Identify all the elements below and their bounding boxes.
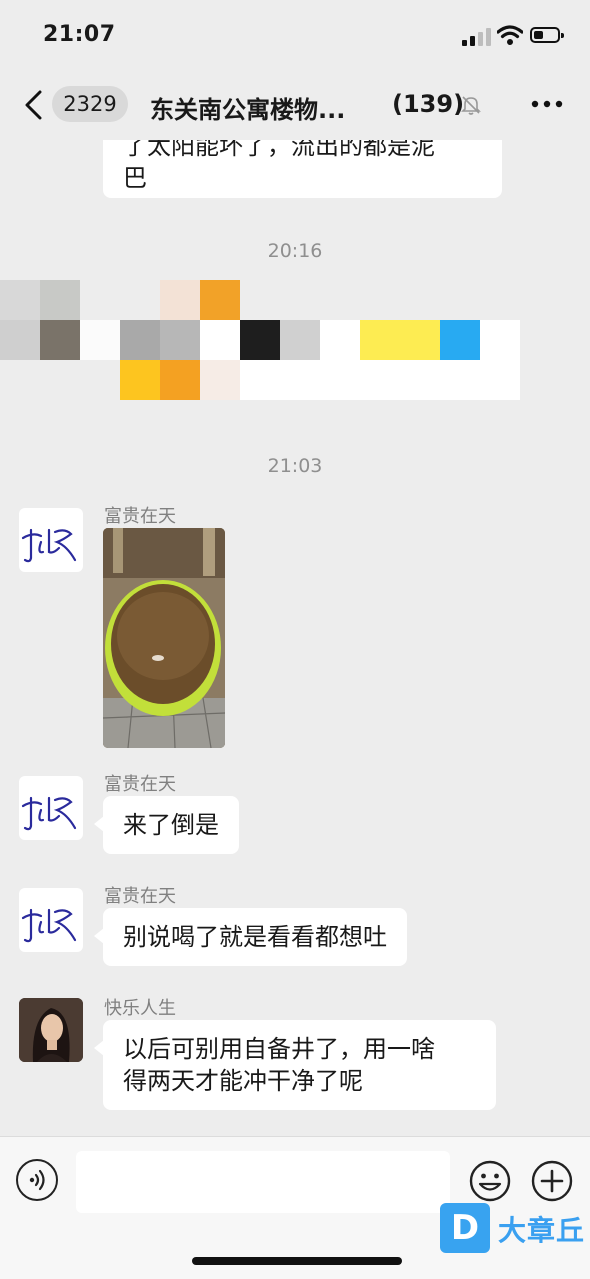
image-message[interactable] [103,528,225,748]
unread-count-badge[interactable]: 2329 [52,86,128,122]
sender-name: 富贵在天 [104,506,176,527]
signature-avatar-image [21,528,77,563]
message-list[interactable]: 了太阳能坏了，流出的都是泥 巴 20:16 21:03 富贵在天 富贵在天 来了… [0,140,590,1136]
status-bar: 21:07 [0,0,590,70]
message-text: 来了倒是 [123,811,219,839]
more-icon[interactable] [530,92,564,116]
signature-avatar-image [21,908,77,943]
sender-name: 富贵在天 [104,774,176,795]
mute-icon [461,96,481,115]
status-time: 21:07 [43,22,116,47]
watermark-logo: D [440,1203,490,1253]
timestamp: 20:16 [267,240,323,262]
input-bar: D 大章丘 [0,1136,590,1279]
signature-avatar-image [21,796,77,831]
avatar[interactable] [19,776,83,840]
plus-icon[interactable] [530,1159,574,1203]
pixelated-message [0,280,520,402]
avatar[interactable] [19,998,83,1062]
group-title[interactable]: 东关南公寓楼物... [150,90,380,125]
message-text: 别说喝了就是看看都想吐 [123,923,387,951]
message-input[interactable] [76,1151,450,1213]
message-bubble[interactable]: 来了倒是 [94,796,239,854]
watermark: D 大章丘 [440,1203,590,1255]
wifi-icon [497,25,523,45]
message-text: 巴 [123,164,147,192]
timestamp: 21:03 [267,455,323,477]
chat-header: 2329 东关南公寓楼物... (139) [0,70,590,140]
avatar[interactable] [19,508,83,572]
message-text: 得两天才能冲干净了呢 [123,1067,363,1095]
sender-name: 快乐人生 [104,998,176,1019]
member-count: (139) [392,90,465,118]
back-icon[interactable] [22,90,46,120]
home-indicator[interactable] [192,1257,402,1265]
portrait-avatar-image [19,998,83,1062]
message-text: 了太阳能坏了，流出的都是泥 [123,140,435,160]
message-text: 以后可别用自备井了，用一啥 [123,1035,435,1063]
battery-icon [530,27,564,43]
watermark-text: 大章丘 [498,1214,586,1247]
message-bubble[interactable]: 以后可别用自备井了，用一啥 得两天才能冲干净了呢 [94,1020,496,1110]
signal-icon [462,28,492,46]
voice-icon[interactable] [16,1159,58,1201]
message-bubble[interactable]: 别说喝了就是看看都想吐 [94,908,407,966]
emoji-icon[interactable] [468,1159,512,1203]
sender-name: 富贵在天 [104,886,176,907]
message-bubble-partial[interactable]: 了太阳能坏了，流出的都是泥 巴 [103,140,502,198]
photo-image [103,528,225,748]
avatar[interactable] [19,888,83,952]
